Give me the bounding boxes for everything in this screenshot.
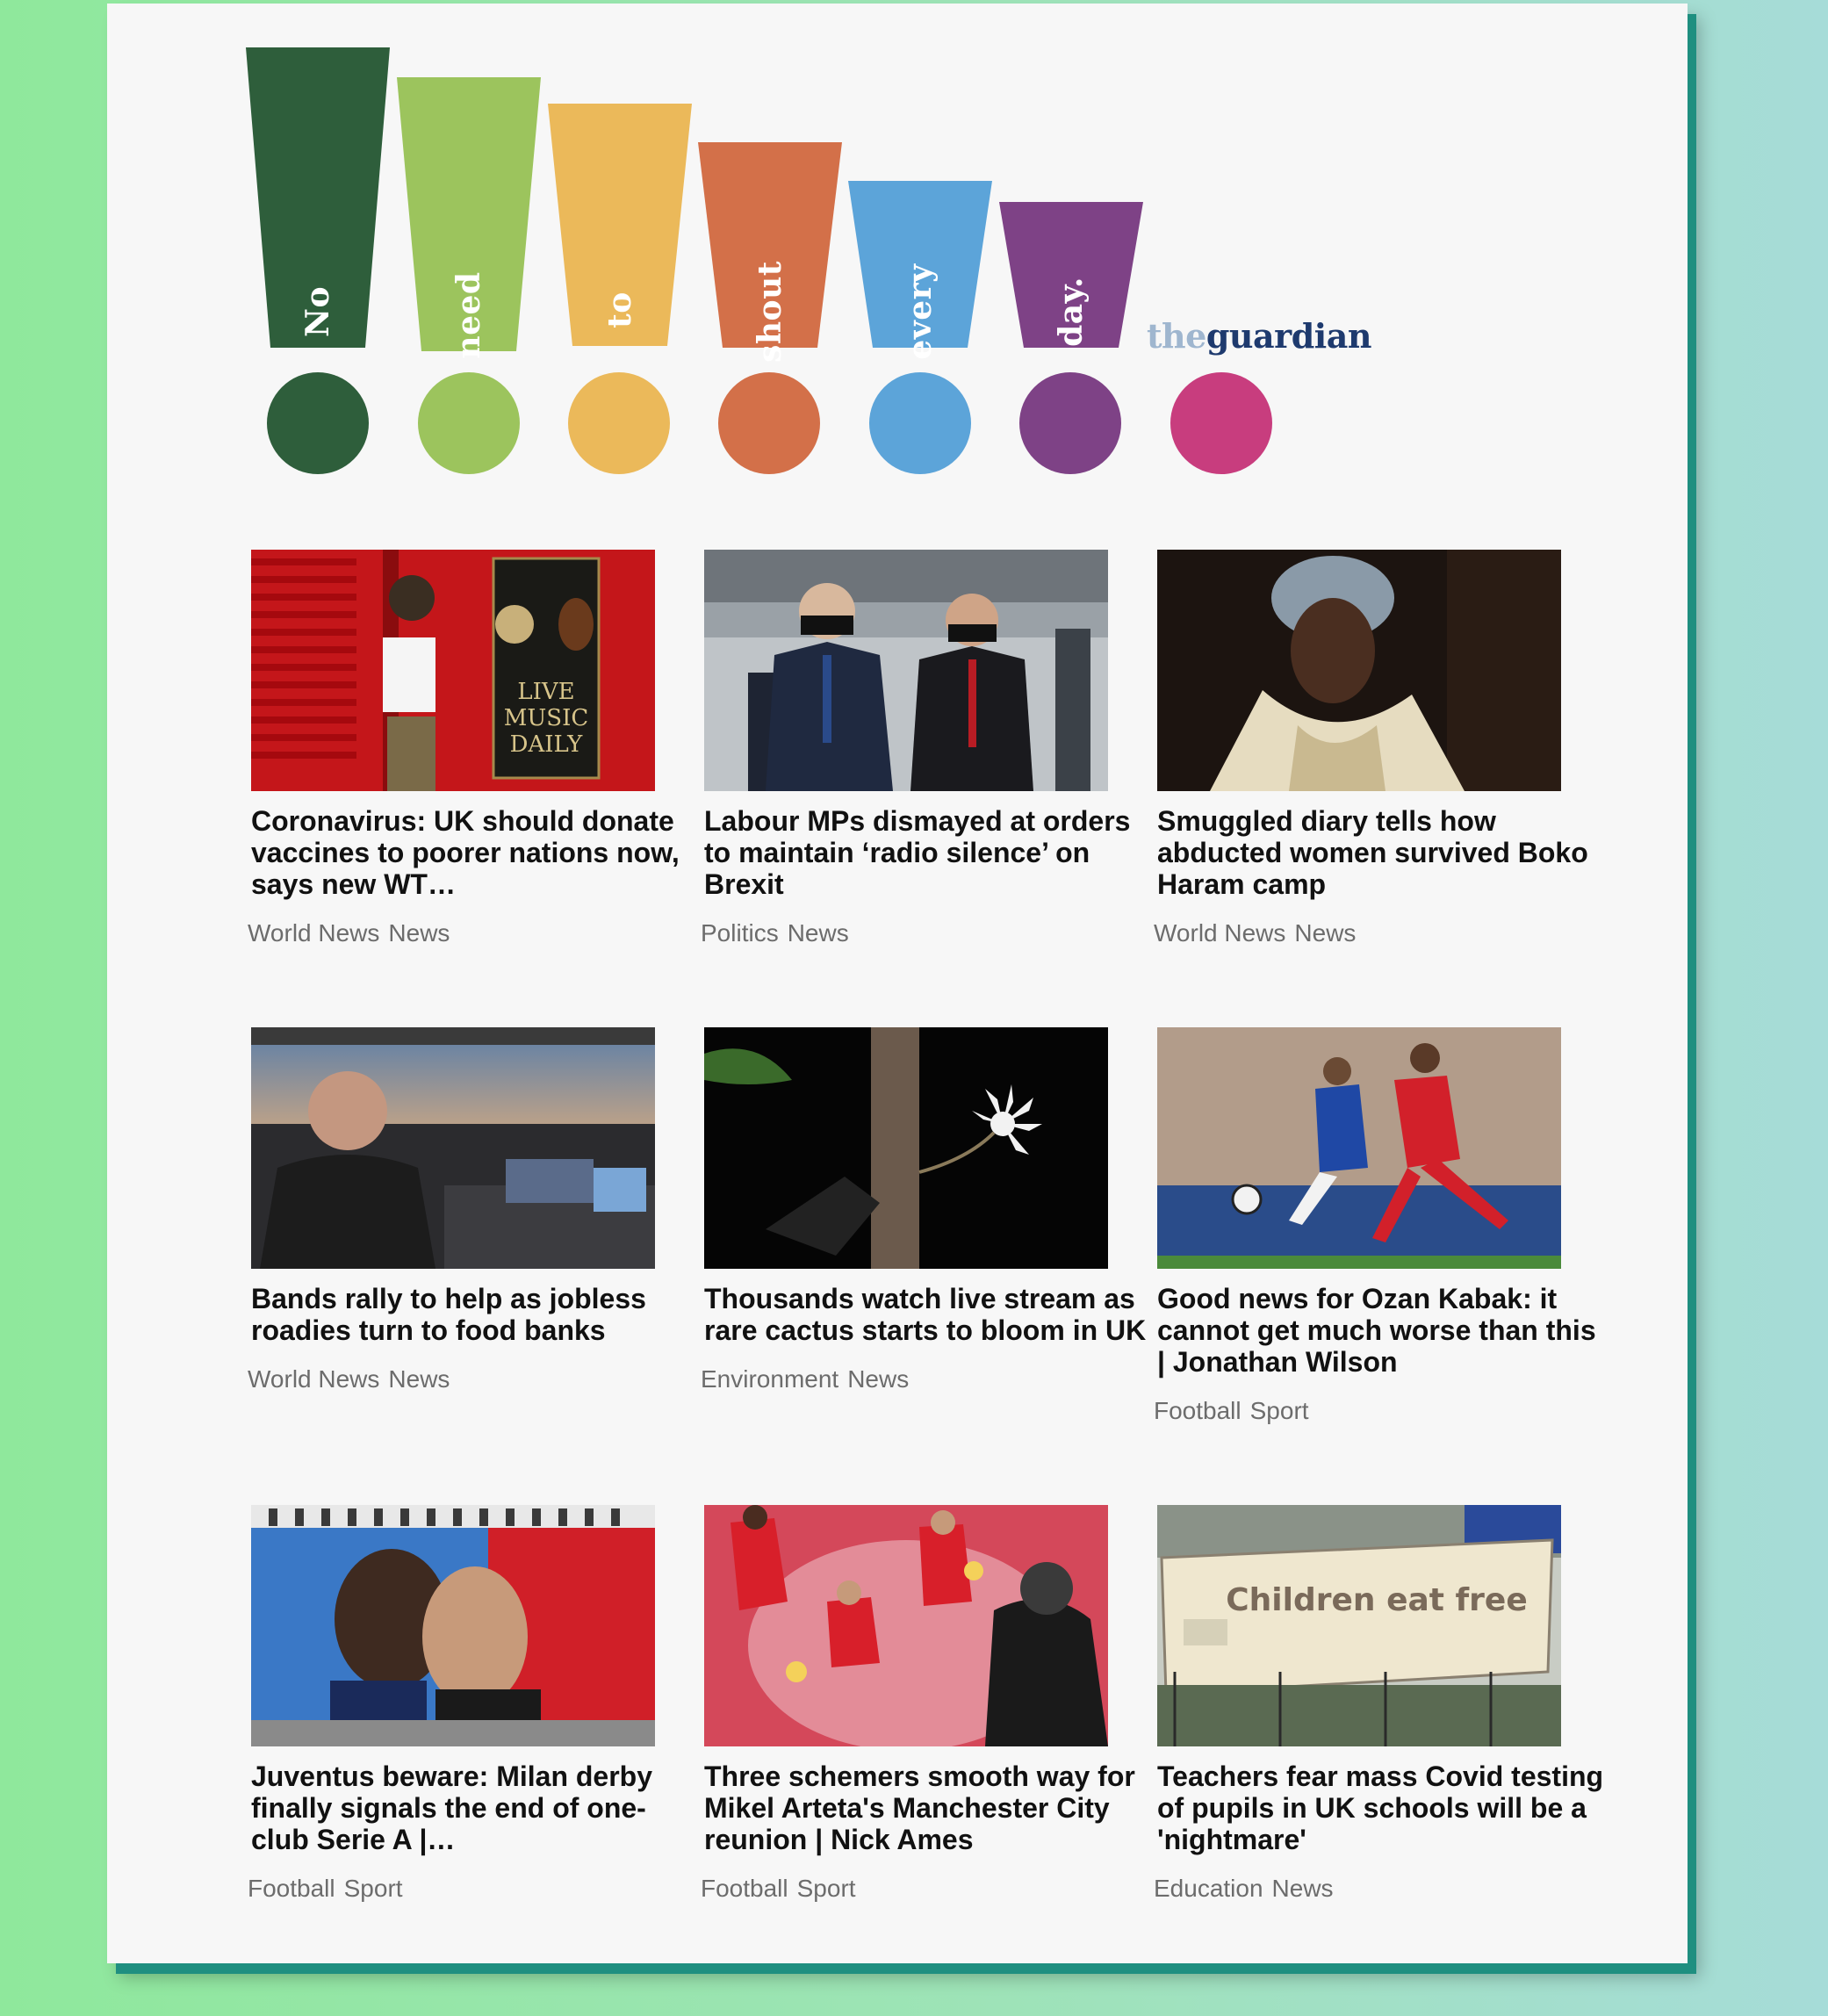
article-title[interactable]: Teachers fear mass Covid testing of pupi… [1157, 1760, 1605, 1855]
article-tags: World News News [1154, 919, 1610, 947]
dot-blue [869, 372, 971, 474]
article-tags: Environment News [701, 1365, 1157, 1393]
tag-pillar[interactable]: News [388, 1365, 450, 1393]
article-thumbnail[interactable] [1157, 550, 1561, 791]
article-tags: Football Sport [248, 1875, 704, 1903]
ad-card: No need to shout every day. theguardian [107, 4, 1688, 1963]
logo-the: the [1147, 316, 1206, 356]
bar-word: to [601, 292, 638, 328]
dot-pink [1170, 372, 1272, 474]
article-tags: Education News [1154, 1875, 1610, 1903]
article-thumbnail[interactable] [704, 1505, 1108, 1746]
article-title[interactable]: Thousands watch live stream as rare cact… [704, 1283, 1152, 1346]
logo-guardian: guardian [1205, 316, 1372, 356]
article-card[interactable]: Labour MPs dismayed at orders to maintai… [701, 550, 1157, 947]
article-title[interactable]: Three schemers smooth way for Mikel Arte… [704, 1760, 1152, 1855]
article-card[interactable]: Bands rally to help as jobless roadies t… [248, 1027, 704, 1393]
article-title[interactable]: Coronavirus: UK should donate vaccines t… [251, 805, 699, 900]
bar-to: to [548, 104, 692, 346]
article-title[interactable]: Smuggled diary tells how abducted women … [1157, 805, 1605, 900]
article-card[interactable]: Children eat free Teachers fear mass Cov… [1154, 1505, 1610, 1903]
tag-section[interactable]: Politics [701, 919, 779, 947]
bar-every: every [848, 181, 992, 360]
tag-section[interactable]: Football [701, 1875, 788, 1902]
article-thumbnail[interactable] [704, 550, 1108, 791]
article-thumbnail[interactable] [251, 1027, 655, 1269]
pub-sign-text: LIVE [517, 679, 574, 705]
dot-purple [1019, 372, 1121, 474]
article-thumbnail[interactable] [704, 1027, 1108, 1269]
tag-section[interactable]: Environment [701, 1365, 838, 1393]
tag-section[interactable]: World News [1154, 919, 1285, 947]
dot-orange [718, 372, 820, 474]
bar-shout: shout [698, 142, 842, 363]
pub-sign-text: DAILY [510, 731, 583, 758]
bar-day: day. [999, 202, 1143, 348]
banner-text: Children eat free [1226, 1582, 1528, 1618]
bar-word: every [902, 263, 939, 360]
bar-need: need [397, 77, 541, 359]
tag-section[interactable]: Football [1154, 1397, 1241, 1424]
tag-pillar[interactable]: News [1272, 1875, 1334, 1902]
article-card[interactable]: Juventus beware: Milan derby finally sig… [248, 1505, 704, 1903]
article-thumbnail[interactable] [251, 1505, 655, 1746]
article-tags: World News News [248, 1365, 704, 1393]
article-title[interactable]: Good news for Ozan Kabak: it cannot get … [1157, 1283, 1605, 1378]
guardian-logo[interactable]: theguardian [1147, 316, 1371, 356]
article-thumbnail[interactable]: LIVE MUSIC DAILY [251, 550, 655, 791]
article-title[interactable]: Bands rally to help as jobless roadies t… [251, 1283, 699, 1346]
tag-pillar[interactable]: News [788, 919, 849, 947]
tag-section[interactable]: World News [248, 919, 379, 947]
article-title[interactable]: Juventus beware: Milan derby finally sig… [251, 1760, 699, 1855]
bar-word: day. [1053, 277, 1090, 347]
article-card[interactable]: LIVE MUSIC DAILY Coronavirus: UK should … [248, 550, 704, 947]
bar-word: need [450, 271, 487, 359]
article-card[interactable]: Thousands watch live stream as rare cact… [701, 1027, 1157, 1393]
tag-pillar[interactable]: Sport [1250, 1397, 1309, 1424]
tag-section[interactable]: Education [1154, 1875, 1263, 1902]
bar-word: shout [752, 261, 788, 363]
tag-pillar[interactable]: News [847, 1365, 909, 1393]
article-card[interactable]: Smuggled diary tells how abducted women … [1154, 550, 1610, 947]
article-thumbnail[interactable] [1157, 1027, 1561, 1269]
tag-pillar[interactable]: News [388, 919, 450, 947]
tag-section[interactable]: World News [248, 1365, 379, 1393]
tag-section[interactable]: Football [248, 1875, 335, 1902]
dot-green [267, 372, 369, 474]
article-tags: Politics News [701, 919, 1157, 947]
tag-pillar[interactable]: Sport [344, 1875, 403, 1902]
tag-pillar[interactable]: News [1294, 919, 1356, 947]
article-tags: World News News [248, 919, 704, 947]
campaign-banner[interactable]: No need to shout every day. theguardian [107, 4, 1688, 495]
tag-pillar[interactable]: Sport [797, 1875, 856, 1902]
bar-no: No [246, 47, 390, 348]
bar-word: No [299, 286, 336, 337]
article-card[interactable]: Three schemers smooth way for Mikel Arte… [701, 1505, 1157, 1903]
dot-yellow [568, 372, 670, 474]
article-thumbnail[interactable]: Children eat free [1157, 1505, 1561, 1746]
article-card[interactable]: Good news for Ozan Kabak: it cannot get … [1154, 1027, 1610, 1425]
pub-sign-text: MUSIC [504, 705, 589, 731]
article-tags: Football Sport [1154, 1397, 1610, 1425]
dot-lime [418, 372, 520, 474]
article-title[interactable]: Labour MPs dismayed at orders to maintai… [704, 805, 1152, 900]
article-tags: Football Sport [701, 1875, 1157, 1903]
